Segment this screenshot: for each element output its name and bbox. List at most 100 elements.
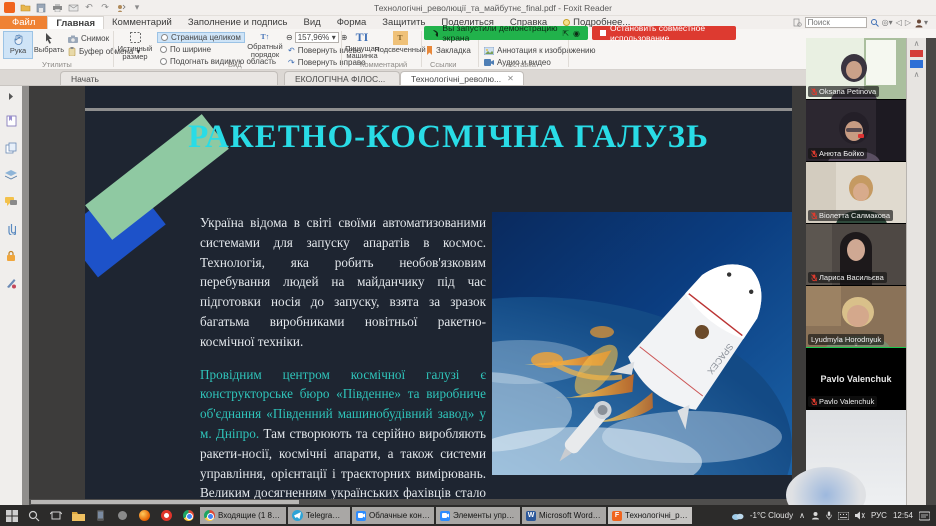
tab-fill-sign[interactable]: Заполнение и подпись [180, 16, 296, 29]
attachments-panel-icon[interactable] [5, 222, 18, 235]
fit-width-option[interactable]: По ширине [157, 44, 214, 55]
shield-icon[interactable]: ◉ [573, 29, 580, 38]
image-annotation-icon [484, 46, 494, 55]
pin-icon[interactable]: ⇱ [562, 29, 569, 38]
participant-tile[interactable]: Віолетта Салмакова [806, 162, 906, 224]
signature-panel-icon[interactable] [5, 276, 18, 289]
scroll-up-icon[interactable]: ∧ [914, 40, 920, 48]
taskbar-button-zoom-controls[interactable]: Элементы управлен... [436, 507, 520, 524]
doc-tab-tech[interactable]: Технологічні_револю... ✕ [400, 71, 524, 85]
redo-icon[interactable]: ↷ [99, 2, 111, 13]
snapshot-button[interactable]: Снимок [68, 33, 109, 44]
taskbar-button-zoom-conference[interactable]: Облачные конфере... [352, 507, 434, 524]
print-icon[interactable] [51, 2, 63, 13]
participant-name-label: Анюта Бойко [808, 148, 868, 159]
participant-name-label: Lyudmyla Horodnyuk [808, 334, 885, 345]
find-icon[interactable] [793, 18, 802, 27]
bookmark-button[interactable]: Закладка [426, 45, 471, 56]
pinned-app-icon[interactable] [112, 507, 132, 524]
undo-icon[interactable]: ↶ [83, 2, 95, 13]
chrome-icon[interactable] [178, 507, 198, 524]
participant-tile-no-video[interactable]: Pavlo Valenchuk Pavlo Valenchuk [806, 348, 906, 410]
tab-file[interactable]: Файл [0, 16, 48, 29]
tray-expand-icon[interactable]: ∧ [799, 511, 805, 520]
image-annotation-button[interactable]: Аннотация к изображению [484, 45, 595, 56]
zoom-level-field[interactable]: 157,96% ▾ [294, 32, 339, 43]
taskbar-button-foxit[interactable]: FТехнологічні_револ... [608, 507, 692, 524]
participant-tile[interactable]: Лариса Васильєва [806, 224, 906, 286]
tab-home[interactable]: Главная [47, 16, 104, 29]
doc-tab-eco[interactable]: ЕКОЛОГІЧНА ФІЛОС... [284, 71, 400, 85]
participant-tile[interactable]: Oksana Petinova [806, 38, 906, 100]
next-result-icon[interactable]: ▷ [905, 18, 911, 27]
pdf-canvas[interactable]: РАКЕТНО-КОСМІЧНА ГАЛУЗЬ Україна відома в… [29, 86, 806, 505]
actual-size-icon [128, 31, 143, 44]
security-panel-icon[interactable] [5, 249, 18, 262]
account-icon[interactable]: ▾ [914, 18, 928, 28]
bookmarks-panel-icon[interactable] [5, 114, 18, 127]
file-explorer-icon[interactable] [68, 507, 88, 524]
stop-share-button[interactable]: Остановить совместное использование [592, 23, 736, 43]
quick-access-customize-icon[interactable]: ▾ [131, 2, 143, 13]
search-magnifier-icon[interactable] [870, 18, 879, 27]
notification-center-icon[interactable] [919, 511, 930, 521]
pages-panel-icon[interactable] [5, 141, 18, 154]
dropdown-caret-icon: ▾ [331, 33, 336, 42]
start-button[interactable] [2, 507, 22, 524]
reverse-order-button[interactable]: T↑ Обратный порядок [247, 31, 282, 59]
volume-tray-icon[interactable] [854, 511, 865, 520]
highlight-button[interactable]: T Подсвеченный [374, 31, 426, 59]
scroll-up-icon[interactable]: ∧ [914, 71, 920, 79]
participant-name-label: Oksana Petinova [808, 86, 880, 97]
mic-tray-icon[interactable] [826, 511, 832, 520]
comments-panel-icon[interactable] [5, 195, 18, 208]
taskbar-search-icon[interactable] [24, 507, 44, 524]
people-tray-icon[interactable] [811, 511, 820, 520]
taskbar-button-word[interactable]: WMicrosoft Word Doc... [522, 507, 606, 524]
doc-tab-start[interactable]: Начать [60, 71, 278, 85]
email-icon[interactable] [67, 2, 79, 13]
tab-comment[interactable]: Комментарий [104, 16, 180, 29]
participant-tile-speaking[interactable]: Lyudmyla Horodnyuk [806, 286, 906, 348]
prev-result-icon[interactable]: ◁ [896, 18, 902, 27]
panel-scrollbar[interactable]: ∧ ∧ [906, 38, 926, 505]
share-tool-icon[interactable] [115, 2, 127, 13]
clock[interactable]: 12:54 [893, 511, 913, 520]
tab-view[interactable]: Вид [296, 16, 329, 29]
taskbar-button-chrome-inbox[interactable]: Входящие (1 888) - ... [200, 507, 286, 524]
actual-size-button[interactable]: Истинный размер [117, 31, 153, 60]
taskbar-button-telegram[interactable]: Telegram (424) [288, 507, 350, 524]
layers-panel-icon[interactable] [5, 168, 18, 181]
search-options-icon[interactable]: ◎▾ [882, 18, 893, 27]
opera-icon[interactable] [156, 507, 176, 524]
group-label-insert: Вставка [508, 60, 536, 69]
task-view-icon[interactable] [46, 507, 66, 524]
weather-text[interactable]: -1°C Cloudy [750, 511, 793, 520]
titlebar: ↶ ↷ ▾ Технологічні_революції_та_майбутнє… [0, 0, 936, 16]
search-input[interactable] [804, 17, 867, 28]
firefox-icon[interactable] [134, 507, 154, 524]
keyboard-tray-icon[interactable] [837, 511, 849, 520]
language-indicator[interactable]: РУС [871, 511, 887, 520]
sidebar-expand-icon[interactable] [5, 92, 18, 100]
tab-form[interactable]: Форма [329, 16, 375, 29]
document-tab-bar: Начать ЕКОЛОГІЧНА ФІЛОС... Технологічні_… [0, 70, 936, 86]
radio-icon [160, 46, 167, 53]
zoom-out-icon[interactable]: ⊖ [286, 33, 293, 42]
close-tab-icon[interactable]: ✕ [507, 74, 514, 83]
participant-tile[interactable]: Анюта Бойко [806, 100, 906, 162]
slide-paragraph-2: Провідним центром космічної галузі є кон… [200, 366, 486, 501]
reverse-order-icon: T↑ [260, 31, 270, 41]
record-indicator [910, 50, 923, 57]
fit-page-option[interactable]: Страница целиком [157, 32, 245, 43]
participant-name-label: Віолетта Салмакова [808, 210, 893, 221]
open-file-icon[interactable] [19, 2, 31, 13]
scrollbar-thumb[interactable] [31, 500, 299, 504]
hand-tool-button[interactable]: Рука [3, 31, 33, 59]
select-tool-button[interactable]: Выбрать [34, 31, 64, 59]
sidebar-divider[interactable] [22, 86, 29, 505]
cursor-icon [42, 31, 57, 45]
phone-app-icon[interactable] [90, 507, 110, 524]
zoom-controls: ⊖ 157,96% ▾ ⊕ [286, 32, 347, 43]
save-icon[interactable] [35, 2, 47, 13]
